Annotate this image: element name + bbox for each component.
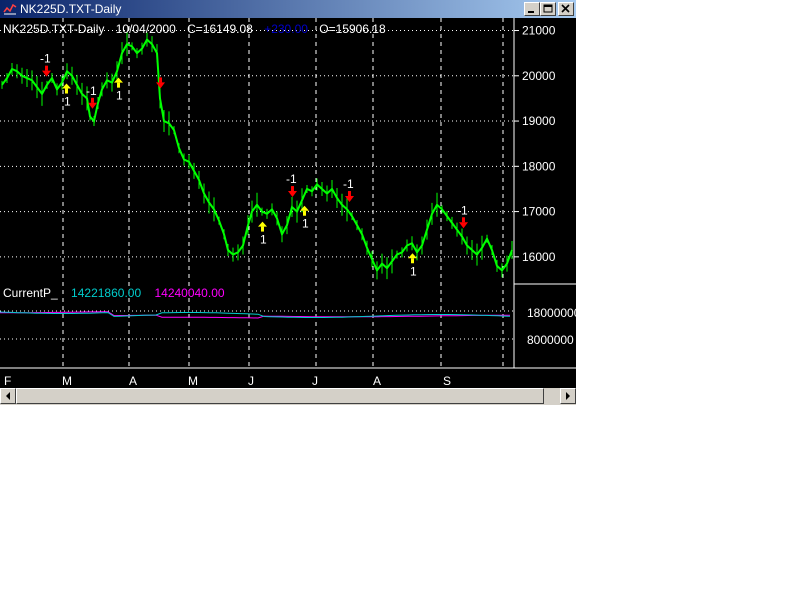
chart-window: NK225D.TXT-Daily 21000 20000 19000 18000 170… — [0, 0, 576, 405]
maximize-icon — [543, 4, 553, 13]
buy-arrow-icon — [258, 221, 267, 227]
scroll-thumb[interactable] — [16, 388, 544, 404]
sell-arrow-icon — [348, 191, 351, 197]
sell-arrow-icon — [42, 70, 51, 77]
month-label-jul: J — [312, 374, 318, 388]
indicator-value-1: 14221860.00 — [71, 286, 141, 300]
month-label-jun: J — [248, 374, 254, 388]
month-label-mar: M — [62, 374, 72, 388]
sell-signal-label: -1 — [286, 172, 297, 186]
maximize-button[interactable] — [540, 2, 556, 16]
month-label-feb: F — [4, 374, 11, 388]
indicator-line-1 — [0, 311, 511, 318]
sell-arrow-icon — [159, 77, 162, 83]
header-close: C=16149.08 — [187, 22, 253, 36]
price-line — [1, 37, 513, 273]
price-tick-label: 17000 — [522, 205, 556, 219]
indicator-tick-2: 8000000 — [527, 333, 574, 347]
price-tick-label: 19000 — [522, 114, 556, 128]
month-label-aug: A — [373, 374, 381, 388]
indicator-series — [0, 311, 511, 319]
sell-arrow-icon — [459, 222, 468, 229]
buy-arrow-icon — [65, 88, 68, 94]
month-label-apr: A — [129, 374, 137, 388]
window-title: NK225D.TXT-Daily — [20, 2, 122, 16]
price-tick-label: 16000 — [522, 250, 556, 264]
buy-signal-label: 1 — [302, 217, 309, 231]
header-change: +230.00 — [264, 22, 308, 36]
buy-arrow-icon — [408, 253, 417, 259]
scroll-left-button[interactable] — [0, 388, 16, 404]
buy-arrow-icon — [114, 77, 123, 83]
chart-app-icon — [3, 3, 17, 15]
scroll-right-button[interactable] — [560, 388, 576, 404]
month-label-sep: S — [443, 374, 451, 388]
sell-signal-label: -1 — [343, 177, 354, 191]
close-icon — [561, 4, 570, 13]
sell-arrow-icon — [462, 217, 465, 223]
sell-arrow-icon — [345, 196, 354, 203]
month-label-may: M — [188, 374, 198, 388]
sell-arrow-icon — [291, 186, 294, 192]
arrow-right-icon — [566, 392, 570, 400]
sell-signal-label: -1 — [457, 203, 468, 217]
sell-arrow-icon — [156, 82, 165, 89]
price-chart[interactable]: 21000 20000 19000 18000 17000 16000 -1 1 -1 1 1 -1… — [0, 18, 576, 388]
header-open: O=15906.18 — [319, 22, 386, 36]
svg-text:NK225D.TXT-Daily 10/04: NK225D.TXT-Daily 10/04/2000 C=16149.08 +… — [3, 22, 386, 36]
buy-arrow-icon — [261, 226, 264, 232]
sell-signal-label: -1 — [40, 52, 51, 66]
buy-signal-label: 1 — [116, 89, 123, 103]
horizontal-scrollbar[interactable] — [0, 388, 576, 405]
sell-arrow-icon — [288, 191, 297, 198]
buy-signal-label: 1 — [260, 233, 267, 247]
buy-signal-label: 1 — [64, 95, 71, 109]
price-tick-label: 20000 — [522, 69, 556, 83]
buy-signal-label: 1 — [410, 264, 417, 278]
svg-text:F M A: F M A M J J A S — [4, 374, 451, 388]
header-symbol: NK225D.TXT-Daily — [3, 22, 104, 36]
title-bar[interactable]: NK225D.TXT-Daily — [0, 0, 576, 18]
svg-text:CurrentP_ 14221860.00: CurrentP_ 14221860.00 14240040.00 — [3, 286, 225, 300]
sell-arrow-icon — [45, 65, 48, 71]
minimize-icon — [528, 11, 534, 13]
buy-arrow-icon — [117, 82, 120, 88]
buy-arrow-icon — [300, 205, 309, 211]
close-button[interactable] — [558, 2, 574, 16]
sell-signal-label: -1 — [86, 84, 97, 98]
header-date: 10/04/2000 — [116, 22, 176, 36]
arrow-left-icon — [6, 392, 10, 400]
chart-canvas[interactable]: 21000 20000 19000 18000 17000 16000 -1 1 -1 1 1 -1… — [0, 18, 576, 388]
price-series — [1, 32, 513, 280]
minimize-button[interactable] — [524, 2, 540, 16]
price-tick-label: 21000 — [522, 24, 556, 38]
buy-arrow-icon — [303, 210, 306, 216]
indicator-name: CurrentP_ — [3, 286, 58, 300]
price-tick-label: 18000 — [522, 159, 556, 173]
indicator-tick-1: 18000000 — [527, 306, 576, 320]
indicator-value-2: 14240040.00 — [154, 286, 224, 300]
buy-arrow-icon — [411, 258, 414, 264]
sell-arrow-icon — [91, 97, 94, 103]
